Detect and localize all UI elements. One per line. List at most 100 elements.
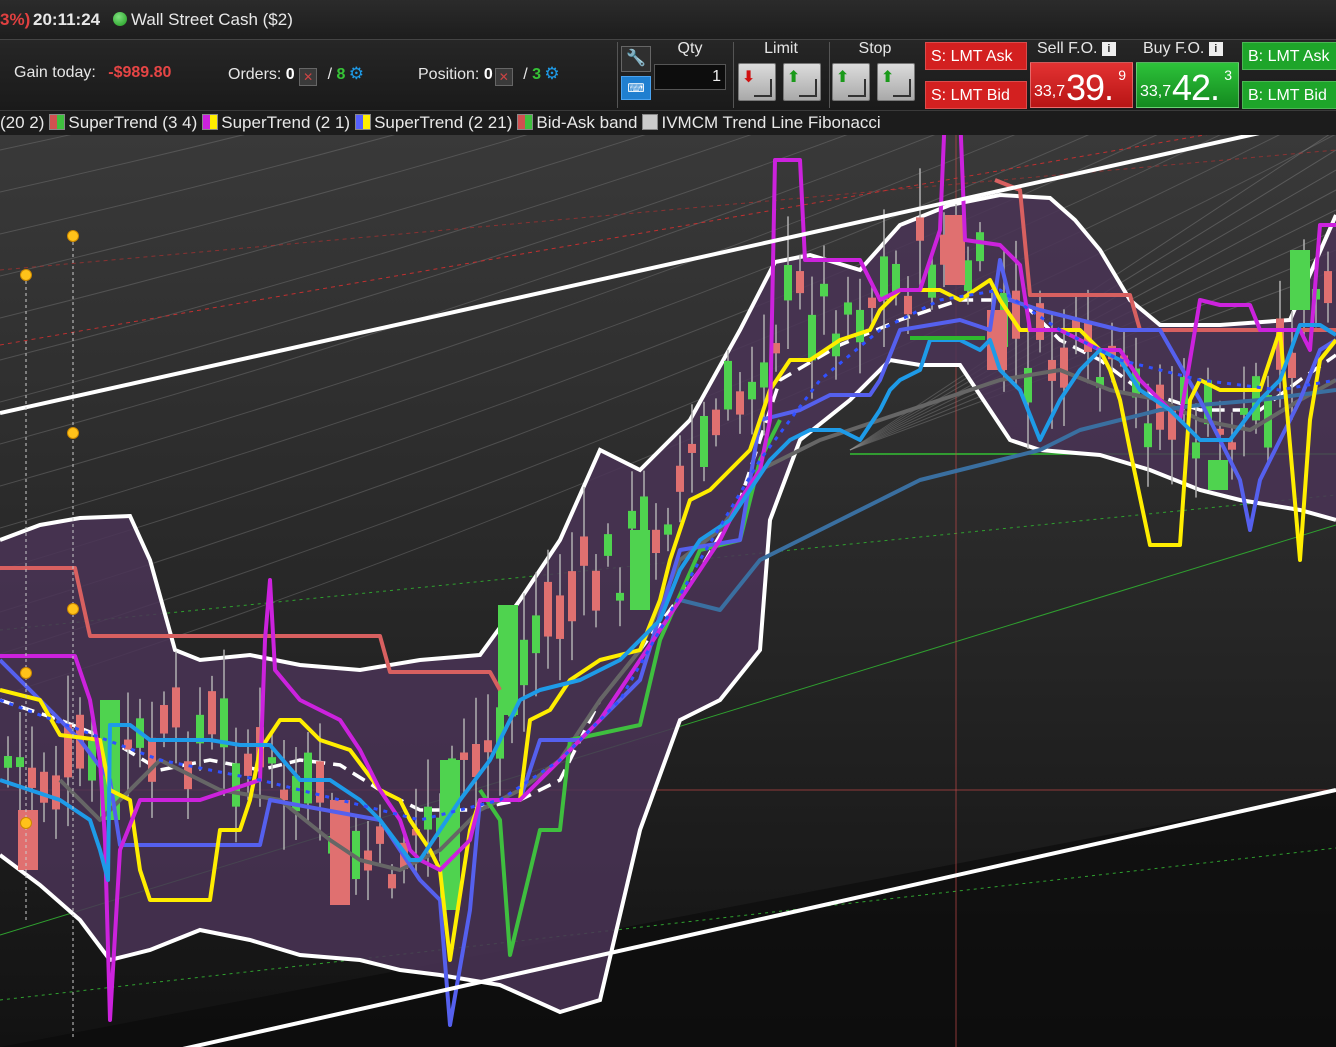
candle-body	[40, 771, 48, 803]
candle-body	[1240, 408, 1248, 415]
legend-item[interactable]: (20 2)	[0, 113, 44, 132]
candle-body	[544, 581, 552, 637]
candle-body	[604, 534, 612, 556]
legend-item[interactable]: Bid-Ask band	[512, 113, 637, 132]
position-label: Position:	[418, 66, 480, 83]
legend-item[interactable]: SuperTrend (3 4)	[44, 113, 197, 132]
candle-body	[808, 314, 816, 361]
position-count: 0	[483, 66, 493, 83]
candle-body	[556, 595, 564, 639]
cancel-icon[interactable]: ✕	[299, 68, 318, 86]
candle-body	[856, 309, 864, 343]
gear-icon[interactable]: ⚙	[541, 64, 563, 84]
candle-body	[784, 265, 792, 301]
info-icon[interactable]: i	[1101, 42, 1116, 56]
sell-price-prefix: 33,7	[1034, 83, 1066, 100]
candle-body	[1192, 442, 1200, 459]
candle-body	[484, 740, 492, 753]
gear-icon[interactable]: ⚙	[345, 64, 367, 84]
legend-label: SuperTrend (2 1)	[221, 113, 351, 132]
buy-price-main: 42.	[1172, 67, 1220, 108]
info-icon[interactable]: i	[1208, 42, 1223, 56]
clock: 20:11:24	[33, 10, 101, 29]
buy-limit-bid-button[interactable]: B: LMT Bid	[1242, 81, 1336, 109]
sell-price-fraction: 9	[1118, 67, 1126, 83]
cancel-icon[interactable]: ✕	[494, 68, 513, 86]
candle-body	[16, 757, 24, 768]
buy-stop-button[interactable]: ⬆	[832, 63, 870, 101]
connection-status-icon	[113, 12, 127, 26]
gain-today: Gain today: -$989.80	[14, 64, 171, 82]
keyboard-icon[interactable]: ⌨	[621, 76, 651, 100]
legend-item[interactable]: IVMCM Trend Line Fibonacci	[637, 113, 881, 132]
candle-body	[232, 763, 240, 807]
candle-body	[724, 360, 732, 410]
candle-body	[688, 443, 696, 453]
candle-body	[616, 592, 624, 601]
sell-limit-bid-button[interactable]: S: LMT Bid	[925, 81, 1027, 109]
marker-dot	[67, 603, 79, 615]
candle-body	[712, 409, 720, 436]
marker-dot	[20, 269, 32, 281]
sell-fo-header: Sell F.O. i	[1037, 40, 1116, 58]
marker-dot	[67, 427, 79, 439]
legend-swatch	[642, 114, 659, 130]
candle-body	[628, 510, 636, 529]
candle-body	[172, 687, 180, 728]
candle-body	[498, 605, 518, 715]
quantity-input[interactable]	[654, 64, 726, 90]
candle-body	[904, 295, 912, 315]
legend-swatch	[49, 114, 66, 130]
gain-today-label: Gain today:	[14, 64, 96, 81]
candle-body	[700, 415, 708, 468]
legend-label: SuperTrend (3 4)	[68, 113, 198, 132]
marker-dot	[20, 667, 32, 679]
candle-body	[640, 496, 648, 533]
sell-limit-ask-button[interactable]: S: LMT Ask	[925, 42, 1027, 70]
candle-body	[28, 767, 36, 788]
position-auto-count: 3	[532, 66, 541, 83]
candle-body	[880, 256, 888, 301]
candle-body	[160, 705, 168, 734]
buy-limit-button[interactable]: ⬇	[738, 63, 776, 101]
candle-body	[1144, 423, 1152, 448]
buy-limit-ask-button[interactable]: B: LMT Ask	[1242, 42, 1336, 70]
legend-item[interactable]: SuperTrend (2 21)	[350, 113, 512, 132]
candle-body	[868, 297, 876, 308]
sell-price-main: 39.	[1066, 67, 1114, 108]
legend-item[interactable]: SuperTrend (2 1)	[197, 113, 350, 132]
divider	[617, 42, 618, 108]
candle-body	[580, 536, 588, 566]
orders-summary: Orders: 0 ✕ / 8 ⚙	[228, 64, 367, 86]
orders-label: Orders:	[228, 66, 282, 83]
sell-price-button[interactable]: 33,7 39. 9	[1030, 62, 1133, 108]
candle-body	[244, 753, 252, 776]
candle-body	[736, 391, 744, 415]
candle-body	[820, 283, 828, 297]
candle-body	[124, 739, 132, 750]
candle-body	[460, 752, 468, 760]
candle-body	[1324, 271, 1332, 304]
indicator-legend: (20 2) SuperTrend (3 4) SuperTrend (2 1) Su…	[0, 111, 1336, 135]
change-percent: 3%)	[0, 10, 31, 29]
buy-price-fraction: 3	[1224, 67, 1232, 83]
account-name[interactable]: Wall Street Cash ($2)	[131, 0, 293, 39]
buy-price-prefix: 33,7	[1140, 83, 1172, 100]
divider	[733, 42, 734, 108]
position-separator: /	[523, 66, 528, 83]
candle-body	[760, 362, 768, 388]
candle-body	[268, 757, 276, 764]
candle-body	[208, 691, 216, 735]
candle-body	[652, 529, 660, 554]
legend-label: SuperTrend (2 21)	[374, 113, 513, 132]
wrench-icon[interactable]: 🔧	[621, 46, 651, 72]
sell-stop-button[interactable]: ⬆	[877, 63, 915, 101]
sell-limit-button[interactable]: ⬆	[783, 63, 821, 101]
legend-swatch	[202, 114, 219, 130]
buy-fo-header: Buy F.O. i	[1143, 40, 1223, 58]
price-chart[interactable]	[0, 111, 1336, 1047]
candle-body	[664, 524, 672, 535]
candle-body	[945, 215, 965, 285]
buy-price-button[interactable]: 33,7 42. 3	[1136, 62, 1239, 108]
top-status-bar: 3%) 20:11:24 Wall Street Cash ($2)	[0, 0, 1336, 40]
